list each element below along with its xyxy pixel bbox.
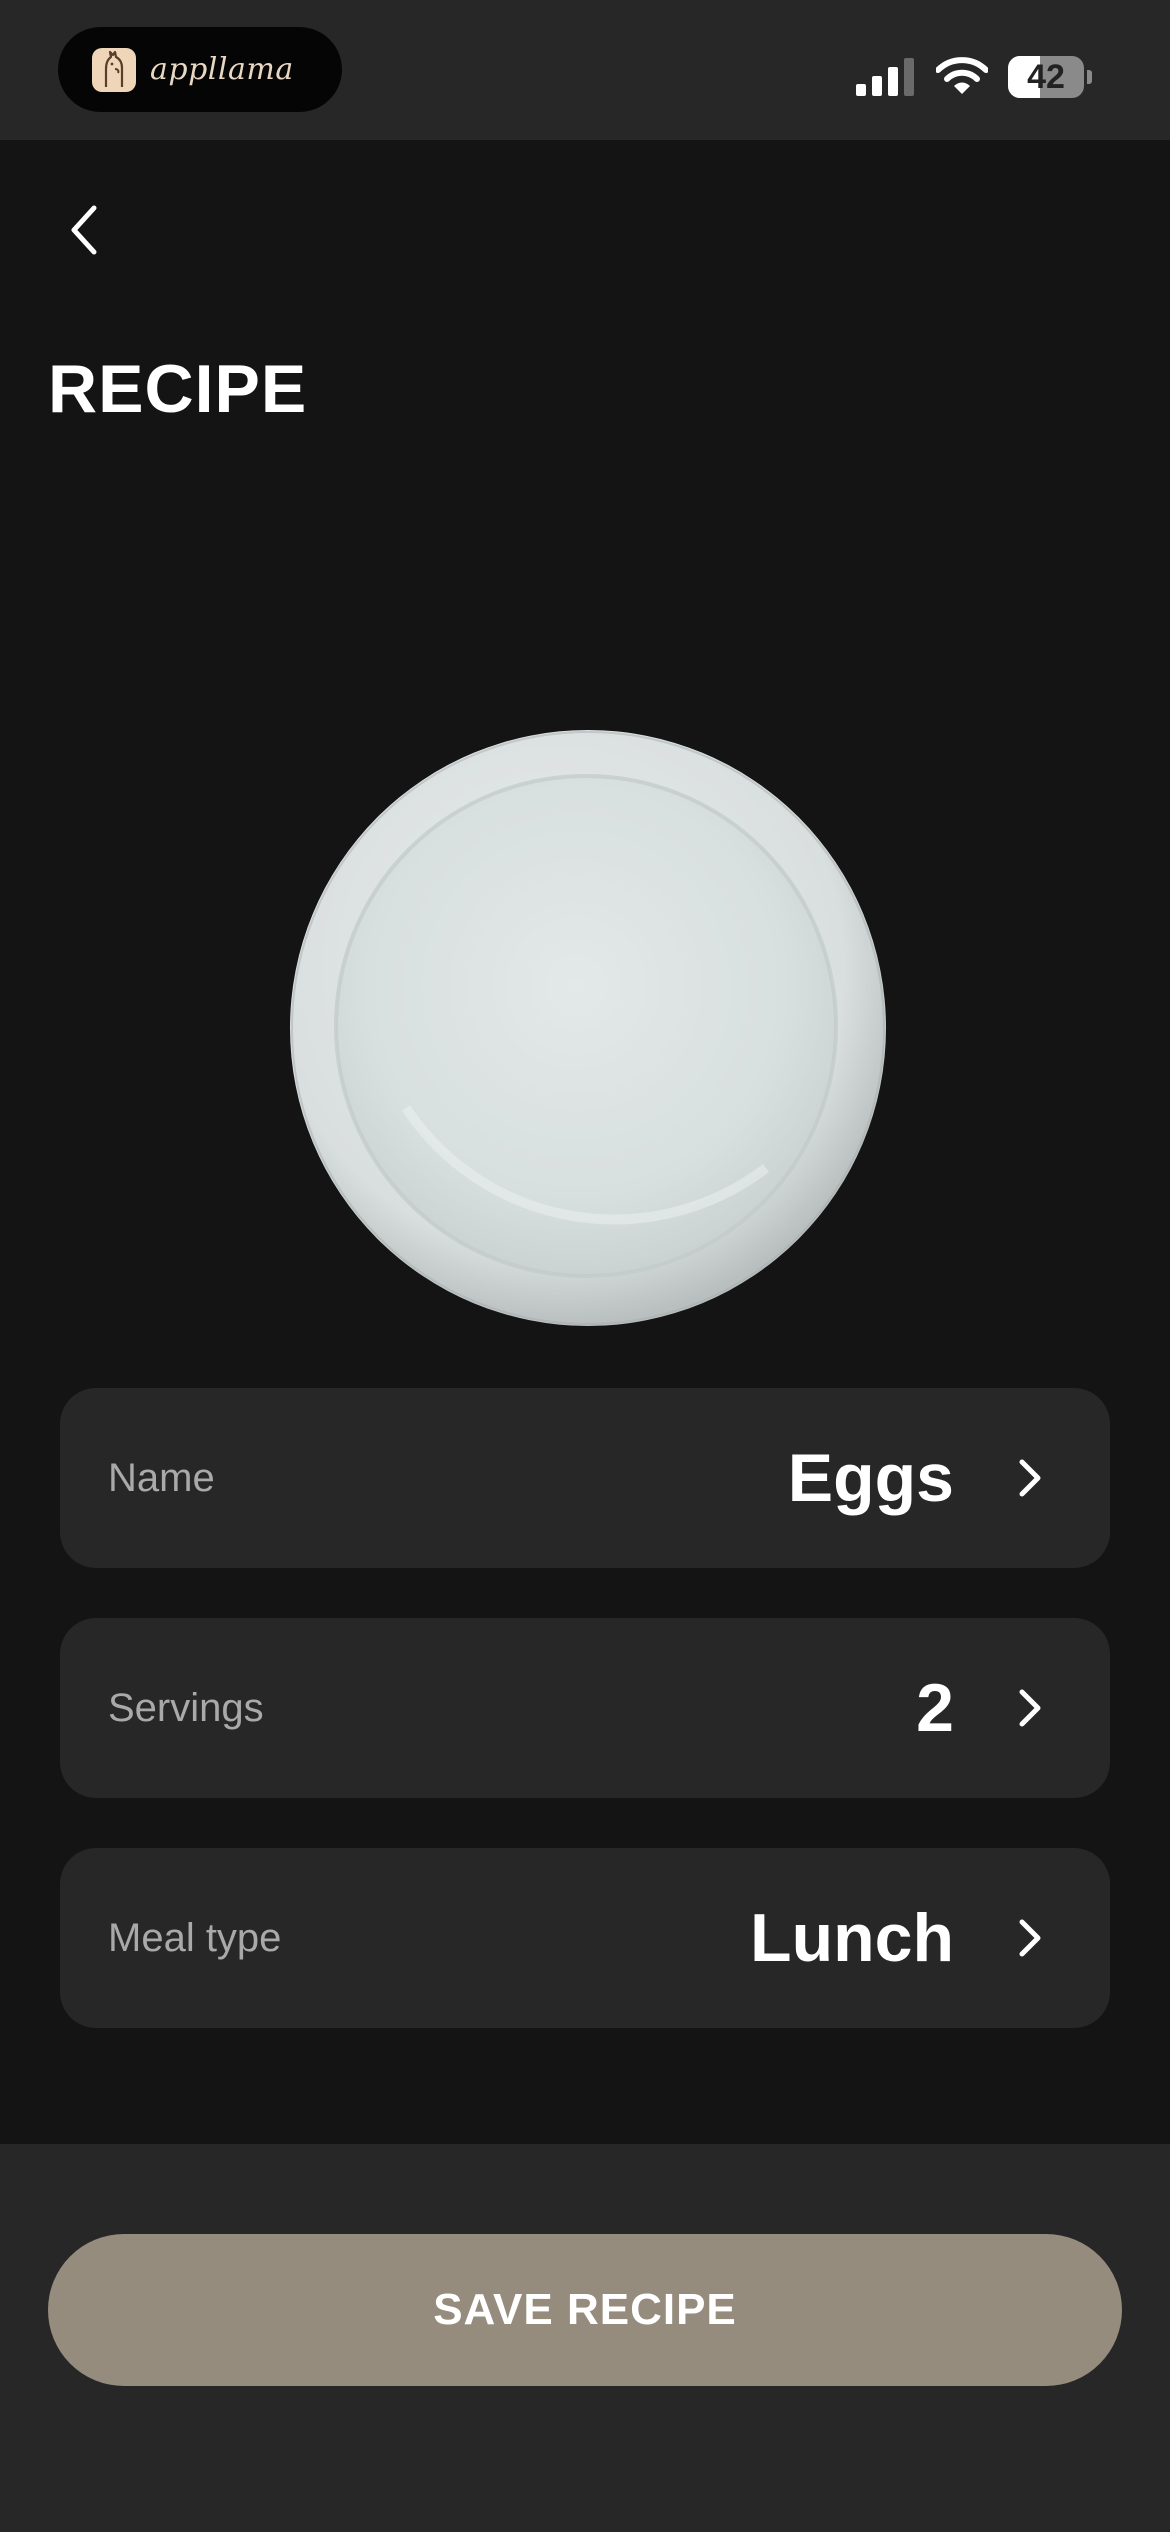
field-label: Servings — [108, 1685, 264, 1730]
field-value: Lunch — [750, 1900, 954, 1976]
wifi-icon — [936, 57, 988, 94]
field-row-servings[interactable]: Servings 2 — [60, 1618, 1110, 1798]
llama-logo-icon — [92, 47, 136, 92]
chevron-right-icon — [1019, 1689, 1041, 1727]
recipe-photo[interactable] — [286, 728, 886, 1328]
field-value: 2 — [916, 1670, 954, 1746]
chevron-right-icon — [1019, 1919, 1041, 1957]
page-title: RECIPE — [48, 351, 308, 427]
status-bar: appllama 42 — [0, 0, 1170, 140]
battery-level: 42 — [1027, 58, 1065, 96]
save-recipe-button[interactable]: SAVE RECIPE — [48, 2234, 1122, 2386]
app-badge: appllama — [58, 27, 342, 112]
back-button[interactable] — [48, 190, 118, 270]
recipe-screen: appllama 42 RECIPE Name Eggs Servings 2 … — [0, 0, 1170, 2532]
field-value: Eggs — [787, 1440, 954, 1516]
field-label: Meal type — [108, 1915, 282, 1960]
battery-icon: 42 — [1008, 56, 1092, 98]
field-row-meal-type[interactable]: Meal type Lunch — [60, 1848, 1110, 2028]
chevron-left-icon — [71, 205, 97, 255]
battery-nub — [1087, 70, 1092, 84]
bottom-bar: SAVE RECIPE — [0, 2144, 1170, 2532]
cellular-signal-icon — [856, 58, 914, 96]
battery-body: 42 — [1008, 56, 1084, 98]
chevron-right-icon — [1019, 1459, 1041, 1497]
field-row-name[interactable]: Name Eggs — [60, 1388, 1110, 1568]
field-label: Name — [108, 1455, 215, 1500]
app-name: appllama — [150, 52, 294, 87]
